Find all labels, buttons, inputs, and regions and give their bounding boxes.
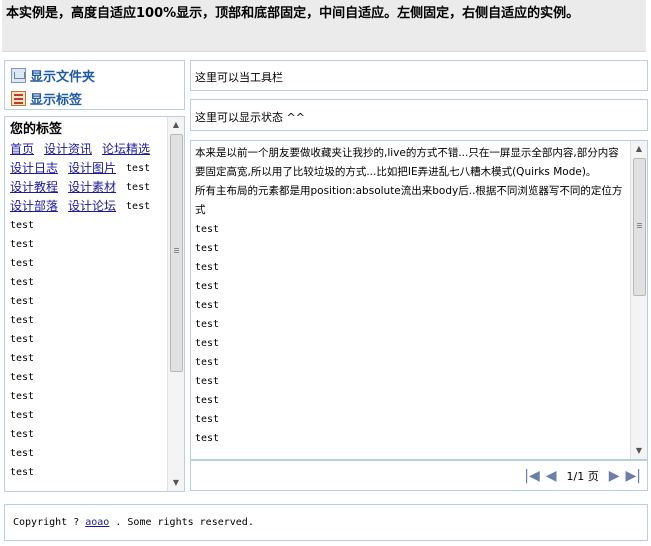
author-link[interactable]: aoao [85, 517, 109, 528]
scroll-down-arrow-icon[interactable]: ▼ [631, 443, 647, 459]
pager-bar: |◀ ◀ 1/1 页 ▶ ▶| [190, 460, 648, 491]
tag-link-row: 设计日志 设计图片 test [10, 159, 168, 178]
scroll-thumb[interactable] [170, 134, 183, 372]
list-item: test [10, 315, 35, 326]
tag-link[interactable]: 论坛精选 [102, 140, 150, 159]
status-text: 这里可以显示状态 ^^ [195, 111, 305, 124]
grip-icon [637, 223, 642, 224]
scroll-up-arrow-icon[interactable]: ▲ [168, 117, 184, 133]
last-page-icon[interactable]: ▶| [626, 469, 641, 483]
nav-item-show-tags[interactable]: 显示标签 [11, 87, 184, 110]
list-item: test [10, 429, 35, 440]
nav-item-label: 显示文件夹 [30, 70, 96, 85]
prev-page-icon[interactable]: ◀ [546, 469, 557, 483]
list-item: test [10, 353, 35, 364]
tag-link[interactable]: 设计部落 [10, 197, 58, 216]
tag-link-row: 设计部落 设计论坛 test [10, 197, 168, 216]
tags-title: 您的标签 [10, 122, 63, 137]
tag-plain-text: test [126, 201, 151, 212]
list-item: test [195, 338, 220, 349]
list-item: test [195, 376, 220, 387]
footer-prefix: Copyright ? [13, 517, 86, 528]
list-item: test [10, 296, 35, 307]
list-item: test [195, 300, 220, 311]
list-item: test [195, 281, 220, 292]
content-body: 本来是以前一个朋友要做收藏夹让我抄的,live的方式不错...只在一屏显示全部内… [195, 144, 627, 448]
first-page-icon[interactable]: |◀ [524, 469, 539, 483]
list-item: test [195, 433, 220, 444]
list-item: test [10, 258, 35, 269]
list-item: test [195, 414, 220, 425]
next-page-icon[interactable]: ▶ [609, 469, 620, 483]
scroll-down-arrow-icon[interactable]: ▼ [168, 475, 184, 491]
content-paragraph: 所有主布局的元素都是用position:absolute流出来body后..根据… [195, 185, 623, 216]
toolbar-panel: 这里可以当工具栏 [190, 60, 648, 91]
tags-list: 您的标签 首页 设计资讯 论坛精选 设计日志 设计图片 test 设计教程 设计素材 test 设… [10, 120, 168, 482]
content-panel: 本来是以前一个朋友要做收藏夹让我抄的,live的方式不错...只在一屏显示全部内… [190, 140, 648, 460]
tag-plain-text: test [126, 182, 151, 193]
page-header: 本实例是，高度自适应100%显示，顶部和底部固定，中间自适应。左侧固定，右侧自适… [2, 0, 646, 52]
list-item: test [10, 448, 35, 459]
list-item: test [10, 239, 35, 250]
folder-icon [11, 68, 26, 83]
page-info: 1/1 页 [566, 469, 599, 483]
list-item: test [195, 395, 220, 406]
nav-item-label: 显示标签 [30, 93, 83, 108]
tags-panel: 您的标签 首页 设计资讯 论坛精选 设计日志 设计图片 test 设计教程 设计素材 test 设… [4, 116, 185, 492]
tags-scrollbar[interactable]: ▲ ▼ [167, 117, 184, 491]
left-nav-panel: 显示文件夹 显示标签 [4, 60, 185, 110]
list-item: test [195, 243, 220, 254]
tag-icon [11, 91, 26, 106]
footer: Copyright ? aoao . Some rights reserved. [4, 504, 648, 541]
list-item: test [10, 220, 35, 231]
status-panel: 这里可以显示状态 ^^ [190, 99, 648, 131]
list-item: test [195, 262, 220, 273]
tag-link[interactable]: 设计素材 [68, 178, 116, 197]
content-paragraph: 本来是以前一个朋友要做收藏夹让我抄的,live的方式不错...只在一屏显示全部内… [195, 147, 619, 178]
list-item: test [10, 410, 35, 421]
list-item: test [10, 334, 35, 345]
tag-link-row: 设计教程 设计素材 test [10, 178, 168, 197]
tag-link-row: 首页 设计资讯 论坛精选 [10, 140, 168, 159]
footer-suffix: . Some rights reserved. [109, 517, 254, 528]
tag-link[interactable]: 首页 [10, 140, 34, 159]
nav-item-show-folders[interactable]: 显示文件夹 [11, 64, 184, 87]
tag-link[interactable]: 设计图片 [68, 159, 116, 178]
tag-link[interactable]: 设计论坛 [68, 197, 116, 216]
scroll-thumb[interactable] [633, 158, 646, 296]
toolbar-text: 这里可以当工具栏 [195, 71, 283, 84]
content-scrollbar[interactable]: ▲ ▼ [630, 141, 647, 459]
list-item: test [10, 277, 35, 288]
list-item: test [195, 357, 220, 368]
list-item: test [10, 372, 35, 383]
tag-link[interactable]: 设计教程 [10, 178, 58, 197]
list-item: test [195, 224, 220, 235]
list-item: test [10, 467, 35, 478]
list-item: test [10, 391, 35, 402]
tag-link[interactable]: 设计资讯 [44, 140, 92, 159]
tag-plain-text: test [126, 163, 151, 174]
header-text: 本实例是，高度自适应100%显示，顶部和底部固定，中间自适应。左侧固定，右侧自适… [6, 6, 580, 21]
list-item: test [195, 319, 220, 330]
scroll-up-arrow-icon[interactable]: ▲ [631, 141, 647, 157]
grip-icon [174, 248, 179, 249]
tag-link[interactable]: 设计日志 [10, 159, 58, 178]
